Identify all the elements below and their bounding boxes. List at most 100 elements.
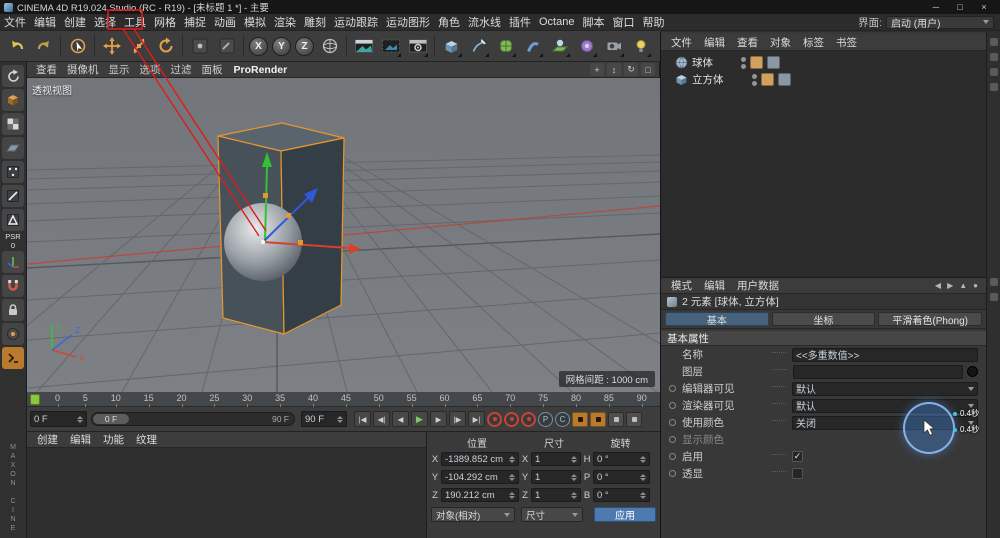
editor-visible-dropdown[interactable]: 默认 — [792, 382, 978, 396]
viewport-menu-item[interactable]: 摄像机 — [62, 62, 104, 77]
record-position-button[interactable] — [504, 412, 519, 427]
menu-item[interactable]: 模拟 — [240, 14, 270, 30]
make-editable-icon[interactable] — [2, 65, 24, 87]
menu-item[interactable]: Octane — [535, 14, 578, 30]
attribute-menu-item[interactable]: 编辑 — [698, 278, 731, 293]
rotate-view-icon[interactable]: ↻ — [624, 63, 638, 76]
script-palette-icon[interactable] — [2, 347, 24, 369]
keyframe-selection-icon[interactable] — [590, 412, 606, 427]
layer-browser-button[interactable] — [967, 366, 978, 377]
frame-spinner[interactable] — [77, 416, 83, 423]
menu-item[interactable]: 脚本 — [578, 14, 608, 30]
object-manager-menu-item[interactable]: 对象 — [764, 35, 797, 50]
record-parameter-button[interactable]: P — [538, 412, 553, 427]
floor-environment-icon[interactable] — [547, 34, 572, 59]
animation-dot-icon[interactable] — [669, 385, 676, 392]
render-view-icon[interactable] — [351, 34, 376, 59]
axis-lock-button[interactable]: Z — [295, 37, 314, 56]
sound-toggle-icon[interactable] — [626, 412, 642, 427]
previous-key-button[interactable]: ◀| — [373, 411, 390, 427]
size-field[interactable]: 1 — [531, 452, 581, 466]
menu-item[interactable]: 窗口 — [608, 14, 638, 30]
generator-subdivision-icon[interactable] — [493, 34, 518, 59]
object-manager-menu-item[interactable]: 查看 — [731, 35, 764, 50]
size-field[interactable]: 1 — [531, 488, 581, 502]
menu-item[interactable]: 动画 — [210, 14, 240, 30]
spline-pen-icon[interactable] — [466, 34, 491, 59]
menu-item[interactable]: 网格 — [150, 14, 180, 30]
apply-button[interactable]: 应用 — [594, 507, 656, 522]
workplane-mode-icon[interactable] — [2, 137, 24, 159]
render-region-icon[interactable] — [378, 34, 403, 59]
zoom-view-icon[interactable]: ↕ — [607, 63, 621, 76]
viewport-menu-item[interactable]: 过滤 — [166, 62, 197, 77]
menu-item[interactable]: 编辑 — [30, 14, 60, 30]
size-mode-dropdown[interactable]: 尺寸 — [521, 507, 583, 522]
play-button[interactable]: ▶ — [411, 411, 428, 427]
menu-item[interactable]: 运动图形 — [382, 14, 434, 30]
position-field[interactable]: -1389.852 cm — [441, 452, 519, 466]
polygons-mode-icon[interactable] — [2, 209, 24, 231]
coordinate-system-icon[interactable] — [317, 34, 342, 59]
workplane-lock-icon[interactable] — [2, 299, 24, 321]
texture-mode-icon[interactable] — [2, 113, 24, 135]
primitive-cube-icon[interactable] — [439, 34, 464, 59]
maximize-view-icon[interactable]: □ — [641, 63, 655, 76]
model-mode-icon[interactable] — [2, 89, 24, 111]
menu-item[interactable]: 雕刻 — [300, 14, 330, 30]
menu-item[interactable]: 插件 — [505, 14, 535, 30]
menu-item[interactable]: 工具 — [120, 14, 150, 30]
dock-icon[interactable] — [990, 278, 998, 286]
recent-tool-slot-icon[interactable] — [187, 34, 212, 59]
enable-axis-icon[interactable] — [2, 251, 24, 273]
material-menu-item[interactable]: 纹理 — [130, 432, 163, 447]
dock-icon[interactable] — [990, 293, 998, 301]
material-menu-item[interactable]: 创建 — [31, 432, 64, 447]
animation-dot-icon[interactable] — [669, 453, 676, 460]
next-key-button[interactable]: |▶ — [449, 411, 466, 427]
visibility-dots[interactable] — [741, 57, 746, 69]
position-field[interactable]: 190.212 cm — [441, 488, 519, 502]
redo-icon[interactable] — [31, 34, 56, 59]
tab-phong[interactable]: 平滑着色(Phong) — [878, 312, 982, 326]
menu-item[interactable]: 渲染 — [270, 14, 300, 30]
dock-icon[interactable] — [990, 53, 998, 61]
menu-item[interactable]: 帮助 — [638, 14, 668, 30]
dock-icon[interactable] — [990, 38, 998, 46]
mograph-field-icon[interactable] — [574, 34, 599, 59]
timeline-ruler[interactable]: 051015202530354045505560657075808590 — [27, 392, 660, 407]
camera-icon[interactable] — [601, 34, 626, 59]
interface-dropdown[interactable]: 启动 (用户) — [886, 16, 994, 29]
parent-up-icon[interactable]: ▲ — [959, 281, 967, 290]
viewport-menu-item[interactable]: 显示 — [104, 62, 135, 77]
tweak-tool-slot-icon[interactable] — [214, 34, 239, 59]
menu-item[interactable]: 流水线 — [464, 14, 505, 30]
menu-item[interactable]: 创建 — [60, 14, 90, 30]
range-slider-handle[interactable]: 0 F — [93, 414, 129, 424]
object-manager-menu-item[interactable]: 编辑 — [698, 35, 731, 50]
go-to-end-button[interactable]: ▶| — [468, 411, 485, 427]
deformer-icon[interactable] — [520, 34, 545, 59]
tab-coordinates[interactable]: 坐标 — [772, 312, 876, 326]
menu-item[interactable]: 运动跟踪 — [330, 14, 382, 30]
phong-tag-icon[interactable] — [750, 56, 763, 69]
history-back-icon[interactable]: ◀ — [935, 281, 941, 290]
current-fr servame-field[interactable]: 0 F — [30, 411, 87, 427]
layer-field[interactable] — [793, 365, 963, 379]
rotation-field[interactable]: 0 ° — [593, 470, 650, 484]
visibility-dots[interactable] — [752, 74, 757, 86]
name-field[interactable]: <<多重数值>> — [792, 348, 978, 362]
viewport-canvas[interactable]: Y X Z 透视视图 网格间距 : 1000 cm — [27, 78, 660, 392]
live-selection-icon[interactable] — [65, 34, 90, 59]
record-keyframe-button[interactable] — [487, 412, 502, 427]
render-settings-icon[interactable] — [405, 34, 430, 59]
maximize-button[interactable]: □ — [948, 1, 972, 14]
timeline-range-slider[interactable]: 0 F 90 F — [91, 412, 295, 426]
object-name[interactable]: 立方体 — [692, 72, 724, 87]
material-menu-item[interactable]: 功能 — [97, 432, 130, 447]
xray-checkbox[interactable] — [792, 468, 803, 479]
autokey-toggle-icon[interactable] — [572, 412, 588, 427]
dock-icon[interactable] — [990, 83, 998, 91]
dock-icon[interactable] — [990, 68, 998, 76]
light-icon[interactable] — [628, 34, 653, 59]
